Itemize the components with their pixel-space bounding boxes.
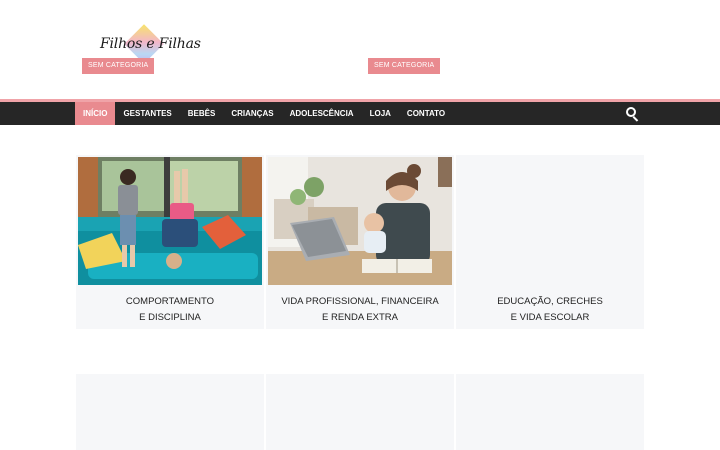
nav-menu: INÍCIO GESTANTES BEBÊS CRIANÇAS ADOLESCÊ… <box>75 102 453 125</box>
nav-item-contato[interactable]: CONTATO <box>399 102 453 125</box>
card-title[interactable]: EDUCAÇÃO, CRECHES E VIDA ESCOLAR <box>456 294 644 326</box>
main-navigation: INÍCIO GESTANTES BEBÊS CRIANÇAS ADOLESCÊ… <box>0 99 720 125</box>
category-card-placeholder[interactable] <box>456 374 644 450</box>
card-title-line: EDUCAÇÃO, CRECHES <box>497 296 603 307</box>
card-title-line: E RENDA EXTRA <box>321 312 399 323</box>
nav-item-adolescencia[interactable]: ADOLESCÊNCIA <box>282 102 362 125</box>
page: Filhos e Filhas SEM CATEGORIA SEM CATEGO… <box>0 0 720 450</box>
card-title-line: E VIDA ESCOLAR <box>510 312 590 323</box>
card-photo-mother-laptop <box>268 157 452 285</box>
category-tag[interactable]: SEM CATEGORIA <box>82 58 155 74</box>
card-photo-kids-sofa <box>78 157 262 285</box>
search-icon-handle <box>632 116 639 122</box>
category-card-educacao[interactable]: EDUCAÇÃO, CRECHES E VIDA ESCOLAR <box>456 155 644 329</box>
site-header: Filhos e Filhas SEM CATEGORIA SEM CATEGO… <box>0 0 720 99</box>
logo-text: Filhos e Filhas <box>100 36 201 52</box>
search-icon[interactable] <box>626 107 640 122</box>
search-icon-ring <box>626 107 636 117</box>
category-card-vida-profissional[interactable]: VIDA PROFISSIONAL, FINANCEIRA E RENDA EX… <box>266 155 454 329</box>
nav-item-bebes[interactable]: BEBÊS <box>180 102 224 125</box>
card-title-line: COMPORTAMENTO <box>125 296 215 307</box>
category-card-placeholder[interactable] <box>266 374 454 450</box>
nav-item-inicio[interactable]: INÍCIO <box>75 102 116 125</box>
card-image[interactable] <box>268 157 452 285</box>
card-title[interactable]: COMPORTAMENTO E DISCIPLINA <box>76 294 264 326</box>
card-title-line: E DISCIPLINA <box>139 312 201 323</box>
category-tag[interactable]: SEM CATEGORIA <box>368 58 441 74</box>
card-title[interactable]: VIDA PROFISSIONAL, FINANCEIRA E RENDA EX… <box>266 294 454 326</box>
category-card-placeholder[interactable] <box>76 374 264 450</box>
category-card-comportamento[interactable]: COMPORTAMENTO E DISCIPLINA <box>76 155 264 329</box>
card-title-line: VIDA PROFISSIONAL, FINANCEIRA <box>281 296 439 307</box>
nav-item-loja[interactable]: LOJA <box>362 102 399 125</box>
nav-item-gestantes[interactable]: GESTANTES <box>115 102 179 125</box>
nav-item-criancas[interactable]: CRIANÇAS <box>223 102 281 125</box>
card-image[interactable] <box>78 157 262 285</box>
